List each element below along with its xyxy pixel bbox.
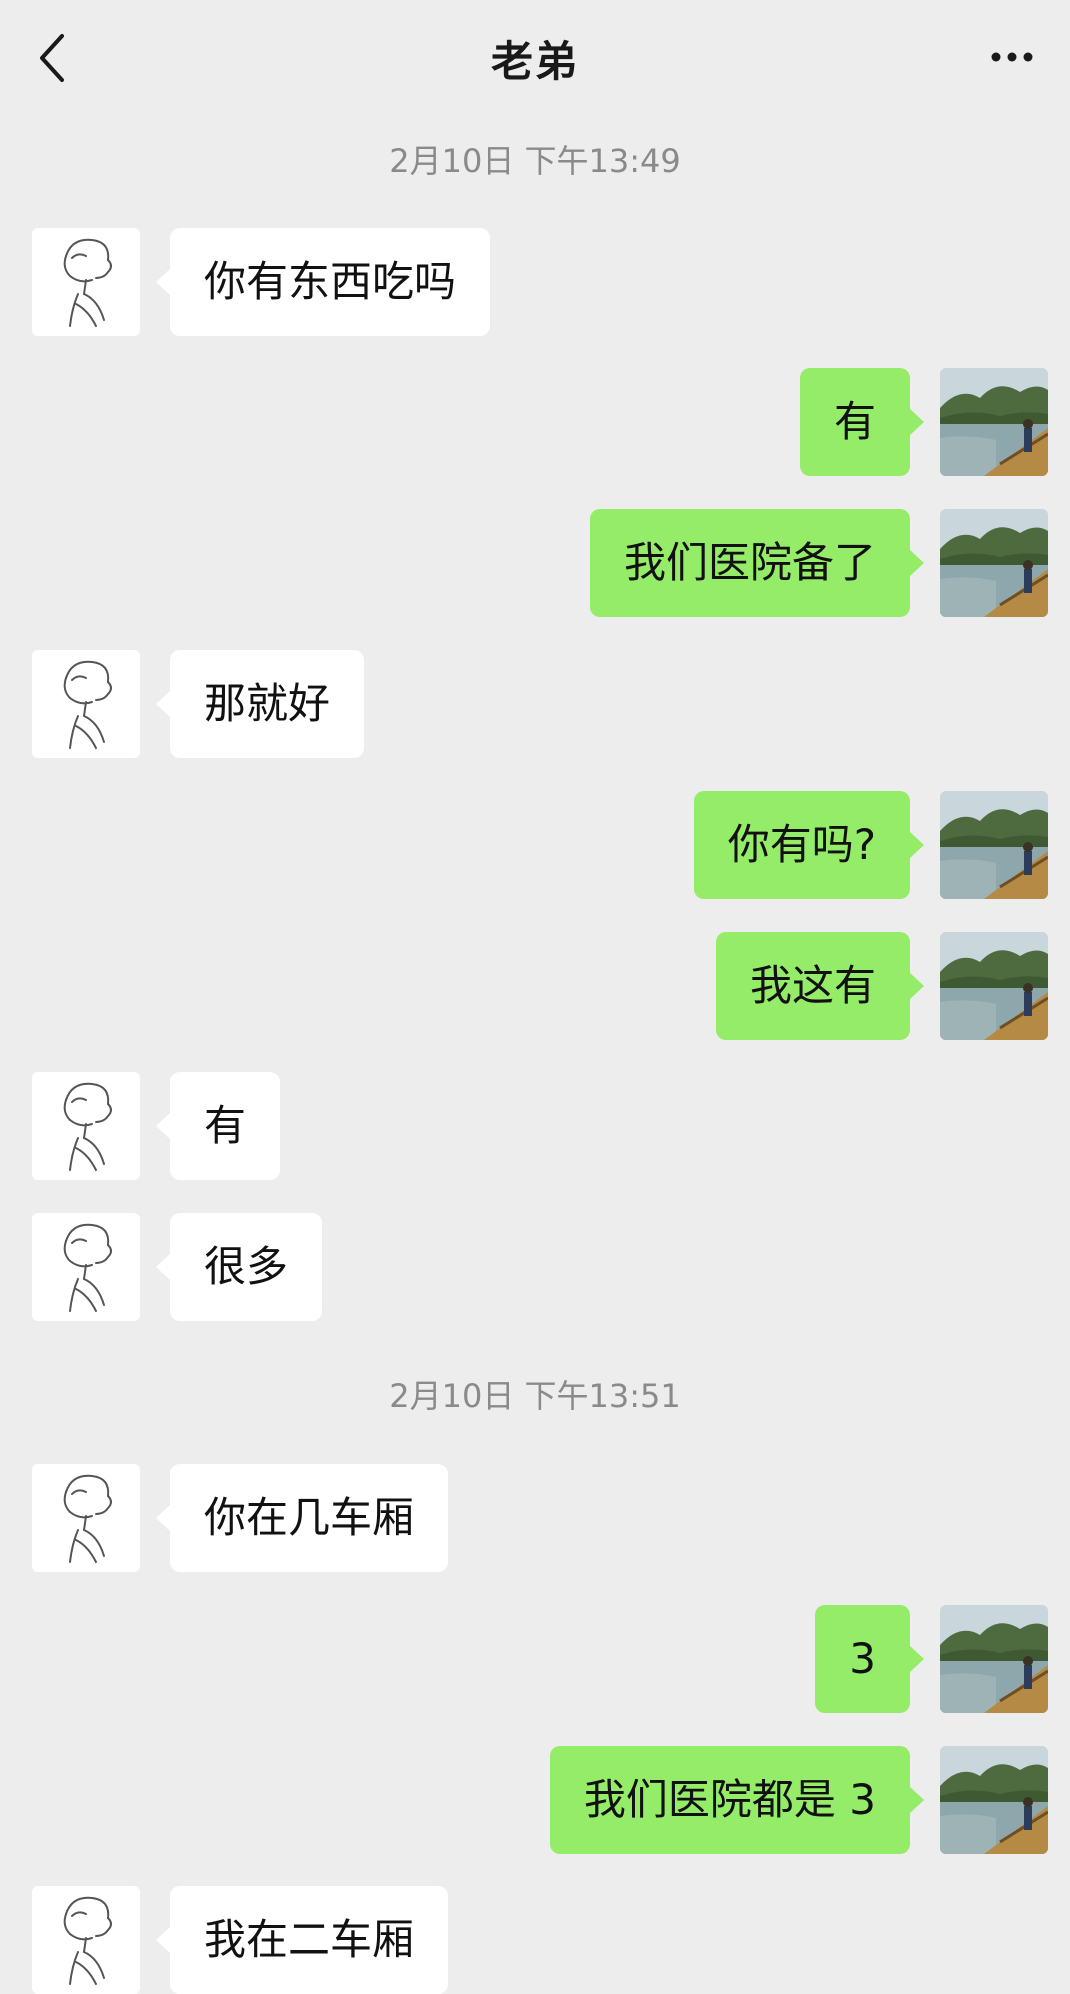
sketch-boy-avatar-icon	[63, 1082, 112, 1171]
contact-avatar[interactable]	[32, 1213, 140, 1321]
lake-scenery-avatar-icon	[940, 932, 1048, 1040]
lake-scenery-avatar-icon	[940, 368, 1048, 476]
more-dots-icon	[991, 52, 1033, 62]
lake-scenery-avatar-icon	[940, 1746, 1048, 1854]
contact-avatar[interactable]	[32, 650, 140, 758]
incoming-message[interactable]: 很多	[155, 1213, 323, 1321]
my-avatar[interactable]	[940, 368, 1048, 476]
incoming-message[interactable]: 有	[155, 1072, 281, 1180]
my-avatar[interactable]	[940, 509, 1048, 617]
incoming-message[interactable]: 我在二车厢	[155, 1886, 449, 1994]
contact-avatar[interactable]	[32, 1072, 140, 1180]
incoming-message[interactable]: 你在几车厢	[155, 1464, 449, 1572]
sketch-boy-avatar-icon	[63, 1896, 112, 1985]
outgoing-message[interactable]: 3	[815, 1605, 924, 1713]
more-options-button[interactable]	[970, 32, 1050, 82]
message-timestamp: 2月10日 下午13:49	[389, 142, 681, 180]
lake-scenery-avatar-icon	[940, 509, 1048, 617]
lake-scenery-avatar-icon	[940, 1605, 1048, 1713]
lake-scenery-avatar-icon	[940, 791, 1048, 899]
incoming-message[interactable]: 那就好	[155, 650, 365, 758]
my-avatar[interactable]	[940, 791, 1048, 899]
contact-avatar[interactable]	[32, 1886, 140, 1994]
outgoing-message[interactable]: 我这有	[715, 932, 925, 1040]
chat-title: 老弟	[490, 37, 579, 86]
chat-header: 老弟	[0, 0, 1070, 120]
outgoing-message[interactable]: 我们医院都是 3	[549, 1746, 925, 1854]
outgoing-message[interactable]: 有	[799, 368, 925, 476]
outgoing-message[interactable]: 我们医院备了	[589, 509, 925, 617]
my-avatar[interactable]	[940, 1746, 1048, 1854]
sketch-boy-avatar-icon	[63, 1474, 112, 1563]
contact-avatar[interactable]	[32, 228, 140, 336]
sketch-boy-avatar-icon	[63, 238, 112, 327]
incoming-message[interactable]: 你有东西吃吗	[155, 228, 491, 336]
outgoing-message[interactable]: 你有吗?	[693, 791, 925, 899]
contact-avatar[interactable]	[32, 1464, 140, 1572]
my-avatar[interactable]	[940, 1605, 1048, 1713]
sketch-boy-avatar-icon	[63, 660, 112, 749]
message-timestamp: 2月10日 下午13:51	[389, 1377, 681, 1415]
my-avatar[interactable]	[940, 932, 1048, 1040]
sketch-boy-avatar-icon	[63, 1223, 112, 1312]
